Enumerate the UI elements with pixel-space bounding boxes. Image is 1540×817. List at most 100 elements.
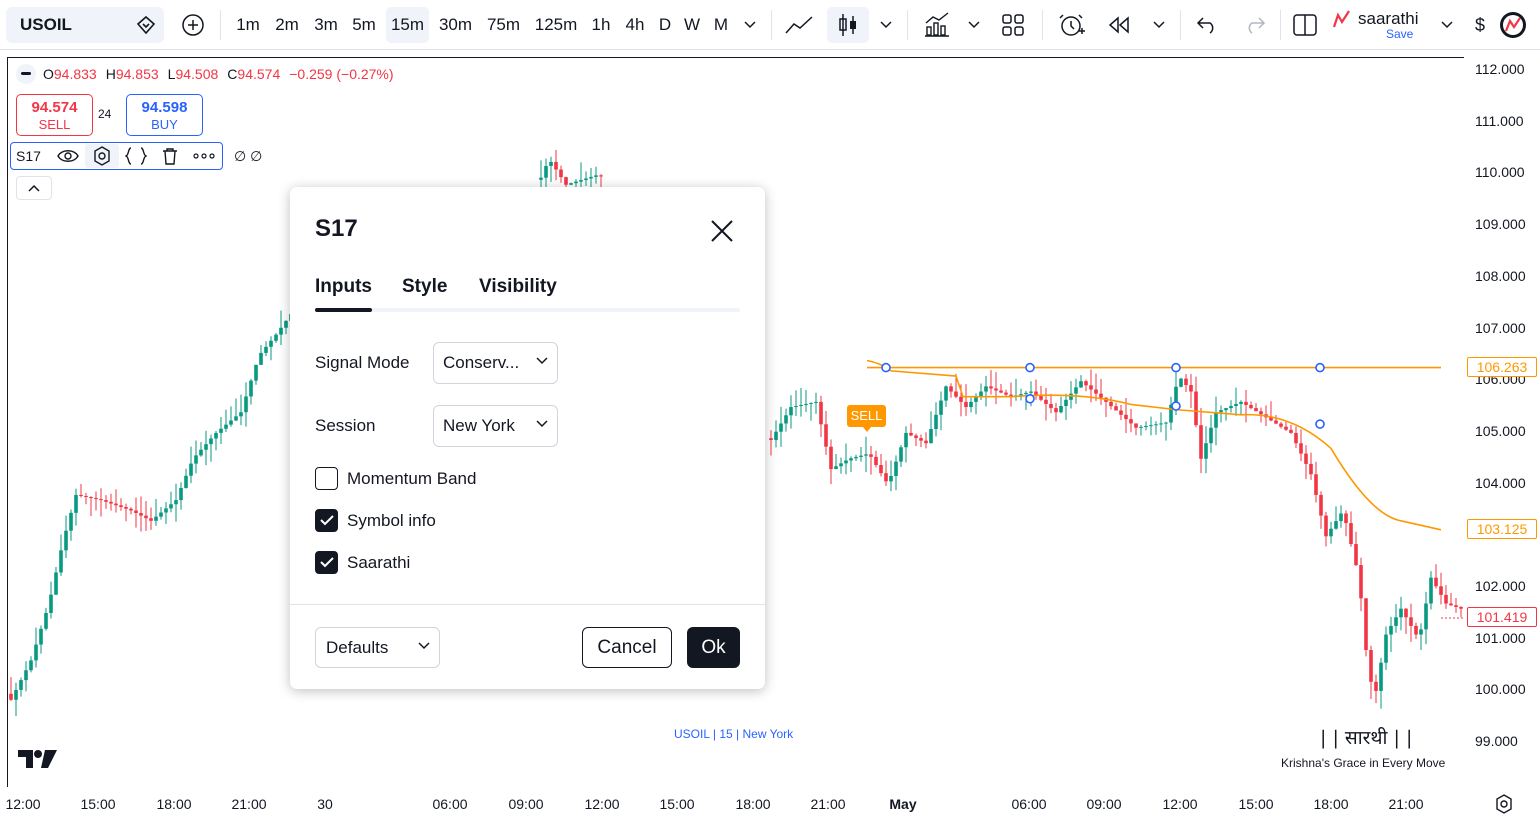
saarathi-checkbox-row[interactable]: Saarathi (315, 551, 410, 574)
indicators-icon[interactable] (918, 7, 956, 43)
interval-75m[interactable]: 75m (482, 7, 525, 43)
candle (1199, 407, 1203, 474)
redo-icon[interactable] (1238, 7, 1272, 43)
symbol-info-checkbox[interactable] (315, 509, 338, 532)
price-axis-label: 99.000 (1475, 733, 1518, 750)
line-anchor-handle[interactable] (1171, 401, 1181, 411)
candle (1134, 423, 1138, 436)
time-axis-label: 12:00 (584, 796, 620, 812)
candle (1169, 396, 1173, 430)
split-panel-icon[interactable] (1288, 7, 1322, 43)
tab-inputs[interactable]: Inputs (315, 276, 372, 298)
candle (254, 364, 258, 385)
more-dots-icon[interactable] (187, 144, 221, 168)
saarathi-checkbox[interactable] (315, 551, 338, 574)
indicators-chevron-icon[interactable] (963, 7, 985, 43)
candle (1319, 491, 1323, 529)
candle (1139, 424, 1143, 436)
line-anchor-handle[interactable] (1025, 393, 1035, 404)
candle (834, 454, 838, 470)
candle (1074, 378, 1078, 404)
interval-4h[interactable]: 4h (621, 7, 649, 43)
candle (1194, 376, 1198, 428)
eye-icon[interactable] (51, 144, 85, 168)
cancel-button[interactable]: Cancel (582, 627, 672, 668)
time-axis[interactable]: 12:00 15:00 18:00 21:00 30 06:00 09:00 12:00 15:… (0, 790, 1540, 817)
layouts-grid-icon[interactable] (995, 7, 1031, 43)
diamond-icon[interactable] (134, 13, 158, 37)
price-tag: 103.125 (1467, 518, 1537, 539)
source-code-icon[interactable] (119, 144, 153, 168)
currency-button[interactable]: $ (1466, 7, 1494, 43)
candle (1119, 405, 1123, 421)
interval-30m[interactable]: 30m (434, 7, 477, 43)
candle (799, 387, 803, 417)
candle (1254, 403, 1258, 412)
session-select[interactable]: New York (433, 405, 558, 447)
time-axis-label: 06:00 (1011, 796, 1047, 812)
candle (969, 397, 973, 413)
time-axis-label: 21:00 (1388, 796, 1424, 812)
undo-icon[interactable] (1190, 7, 1224, 43)
interval-m[interactable]: M (709, 7, 733, 43)
line-anchor-handle[interactable] (881, 362, 891, 373)
momentum-band-checkbox-row[interactable]: Momentum Band (315, 467, 476, 490)
interval-15m[interactable]: 15m (386, 7, 429, 43)
buy-button[interactable]: 94.598 BUY (126, 94, 203, 136)
legend-toggle-icon[interactable] (16, 64, 36, 84)
interval-d[interactable]: D (654, 7, 676, 43)
candle (1284, 421, 1288, 431)
trash-icon[interactable] (153, 144, 187, 168)
chart-settings-gear-icon[interactable] (1494, 794, 1514, 814)
alert-clock-icon[interactable] (1054, 7, 1090, 43)
interval-1m[interactable]: 1m (231, 7, 265, 43)
candle (1239, 400, 1243, 416)
replay-chevron-icon[interactable] (1148, 7, 1170, 43)
sell-button[interactable]: 94.574 SELL (16, 94, 93, 136)
interval-5m[interactable]: 5m (347, 7, 381, 43)
candle (214, 431, 218, 451)
replay-icon[interactable] (1101, 7, 1137, 43)
symbol-info-checkbox-row[interactable]: Symbol info (315, 509, 436, 532)
interval-2m[interactable]: 2m (270, 7, 304, 43)
candle (1439, 572, 1443, 605)
line-anchor-handle[interactable] (1315, 362, 1325, 373)
line-chart-icon[interactable] (782, 7, 816, 43)
tradingview-logo-icon[interactable] (18, 748, 58, 770)
settings-gear-icon[interactable] (85, 144, 119, 168)
tab-visibility[interactable]: Visibility (479, 276, 557, 298)
interval-1h[interactable]: 1h (587, 7, 615, 43)
study-legend-row[interactable]: S17 (10, 142, 223, 170)
close-icon[interactable] (708, 217, 736, 245)
momentum-band-checkbox[interactable] (315, 467, 338, 490)
candle (129, 507, 133, 515)
chevron-down-icon (418, 642, 430, 650)
add-symbol-icon[interactable] (176, 7, 210, 43)
tab-style[interactable]: Style (402, 276, 447, 298)
layout-chevron-icon[interactable] (1436, 7, 1458, 43)
price-axis[interactable]: 112.000 111.000 110.000 109.000 108.000 107.0… (1465, 50, 1540, 790)
candle (104, 495, 108, 509)
candle (1324, 511, 1328, 547)
symbol-search[interactable]: USOIL (6, 7, 164, 43)
interval-3m[interactable]: 3m (309, 7, 343, 43)
defaults-dropdown[interactable]: Defaults (315, 627, 440, 668)
ok-button[interactable]: Ok (687, 627, 740, 668)
line-anchor-handle[interactable] (1315, 419, 1325, 429)
trend-band-line[interactable] (866, 359, 1442, 531)
line-anchor-handle[interactable] (1171, 362, 1181, 373)
price-axis-label: 100.000 (1475, 681, 1526, 698)
layout-save-menu[interactable]: saarathi Save (1332, 7, 1432, 43)
interval-w[interactable]: W (680, 7, 704, 43)
collapse-legend-chevron-up-icon[interactable] (16, 176, 52, 200)
candle (919, 434, 923, 448)
interval-125m[interactable]: 125m (530, 7, 582, 43)
session-label: Session (315, 416, 376, 435)
candle (1179, 377, 1183, 388)
candles-icon[interactable] (827, 7, 869, 43)
chart-type-chevron-icon[interactable] (875, 7, 897, 43)
interval-menu-chevron-icon[interactable] (739, 7, 761, 43)
line-anchor-handle[interactable] (1025, 362, 1035, 373)
signal-mode-select[interactable]: Conserv... (433, 342, 558, 384)
profile-avatar[interactable] (1498, 7, 1528, 43)
